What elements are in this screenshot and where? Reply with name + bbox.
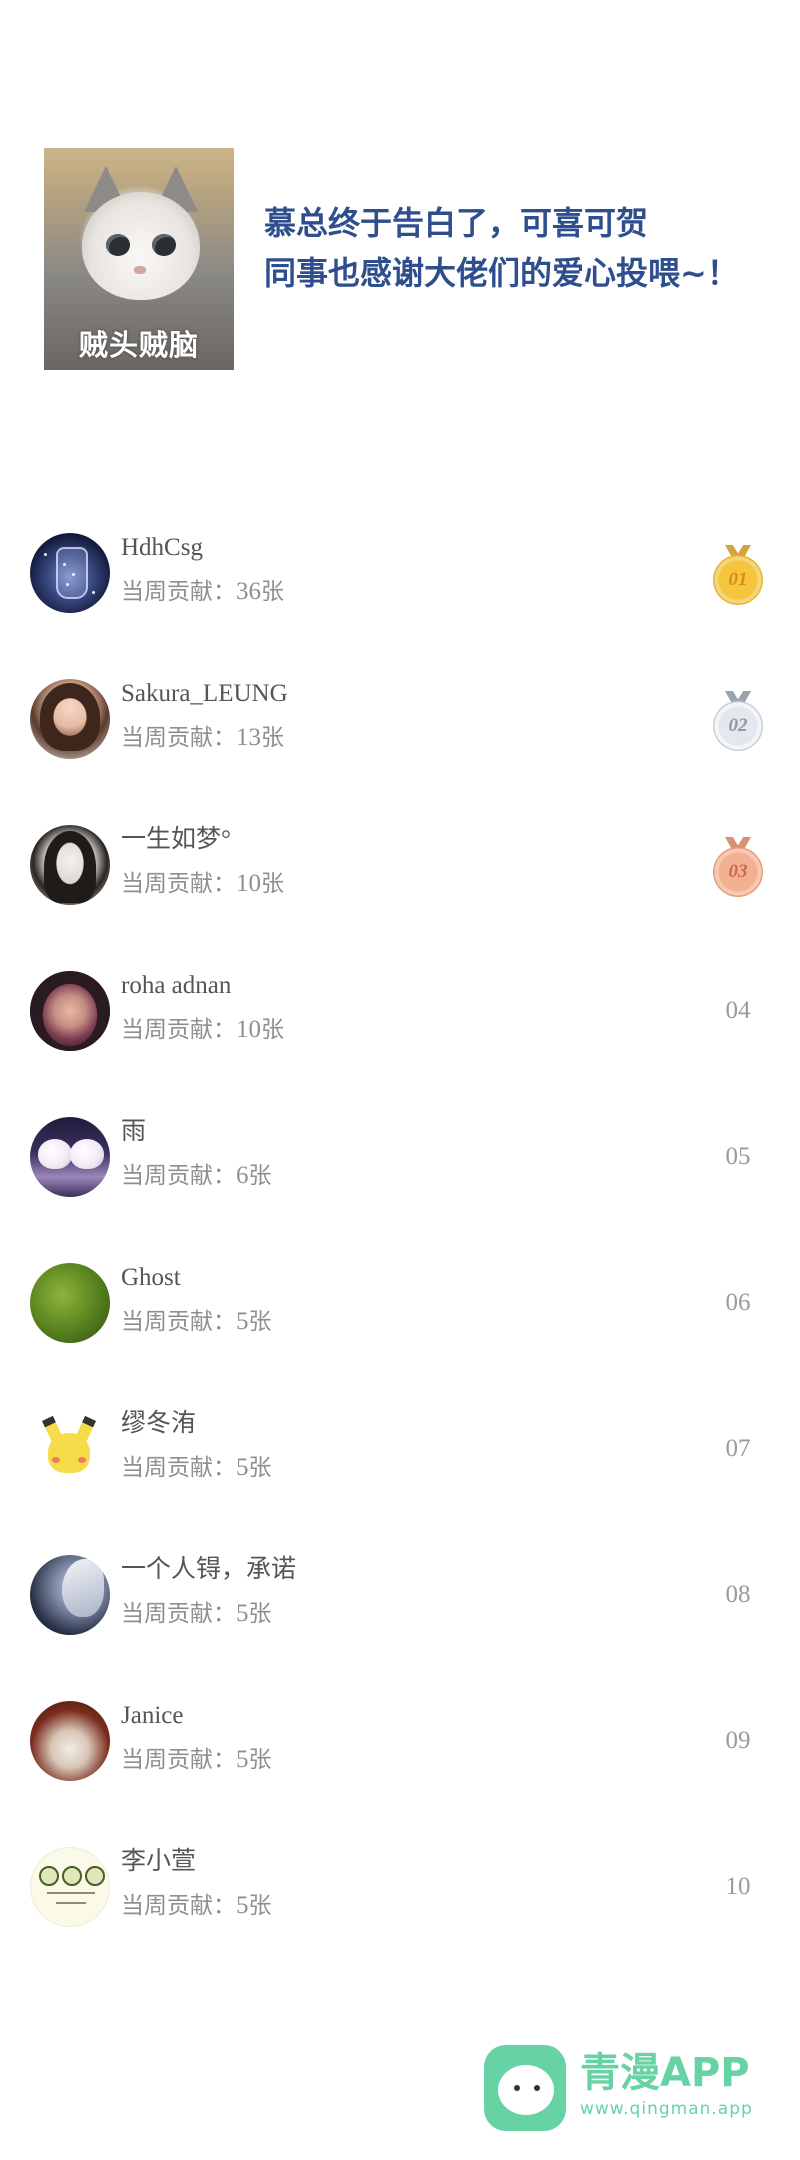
avatar[interactable] <box>30 679 110 759</box>
weekly-contribution: 当周贡献：6张 <box>121 1162 272 1189</box>
user-name[interactable]: 一个人锝，承诺 <box>121 1555 296 1585</box>
user-name[interactable]: 李小萱 <box>121 1847 196 1877</box>
list-item[interactable]: 雨 当周贡献：6张 05 <box>0 1117 800 1263</box>
cat-mascot-icon <box>484 2045 566 2131</box>
user-name[interactable]: 雨 <box>121 1117 146 1147</box>
gold-medal-icon: 01 <box>712 545 764 605</box>
rank-number: 05 <box>725 1143 751 1170</box>
qingman-app-logo: 青漫APP www.qingman.app <box>484 2045 784 2135</box>
avatar[interactable] <box>30 533 110 613</box>
header: 贼头贼脑 慕总终于告白了，可喜可贺 同事也感谢大佬们的爱心投喂~！ <box>44 148 764 370</box>
weekly-contribution: 当周贡献：36张 <box>121 578 284 605</box>
user-name[interactable]: Ghost <box>121 1263 181 1293</box>
user-name[interactable]: Janice <box>121 1701 183 1731</box>
rank-number: 01 <box>713 555 763 605</box>
list-item[interactable]: HdhCsg 当周贡献：36张 01 <box>0 533 800 679</box>
weekly-contribution: 当周贡献：5张 <box>121 1892 272 1919</box>
headline-line-2: 同事也感谢大佬们的爱心投喂~！ <box>264 254 739 292</box>
avatar[interactable] <box>30 1555 110 1635</box>
pikachu-avatar[interactable] <box>30 1409 110 1489</box>
list-item[interactable]: 一生如梦° 当周贡献：10张 03 <box>0 825 800 971</box>
user-name[interactable]: HdhCsg <box>121 533 203 563</box>
weekly-contribution: 当周贡献：5张 <box>121 1308 272 1335</box>
user-name[interactable]: 缪冬洧 <box>121 1409 196 1439</box>
silver-medal-icon: 02 <box>712 691 764 751</box>
weekly-contribution: 当周贡献：10张 <box>121 1016 284 1043</box>
rank-number: 08 <box>725 1581 751 1608</box>
rank-number: 07 <box>725 1435 751 1462</box>
avatar[interactable] <box>30 1117 110 1197</box>
sticker-caption: 贼头贼脑 <box>78 328 199 362</box>
weekly-contribution: 当周贡献：5张 <box>121 1746 272 1773</box>
avatar[interactable] <box>30 1701 110 1781</box>
rank-number: 03 <box>713 847 763 897</box>
list-item[interactable]: 缪冬洧 当周贡献：5张 07 <box>0 1409 800 1555</box>
rank-number: 06 <box>725 1289 751 1316</box>
weekly-contribution: 当周贡献：5张 <box>121 1600 272 1627</box>
user-name[interactable]: roha adnan <box>121 971 231 1001</box>
list-item[interactable]: 李小萱 当周贡献：5张 10 <box>0 1847 800 1993</box>
weekly-contribution: 当周贡献：5张 <box>121 1454 272 1481</box>
weekly-contribution: 当周贡献：10张 <box>121 870 284 897</box>
rank-number: 04 <box>725 997 751 1024</box>
weekly-contribution: 当周贡献：13张 <box>121 724 284 751</box>
cat-sticker-image: 贼头贼脑 <box>44 148 234 370</box>
brand-name: 青漫APP <box>580 2050 750 2096</box>
list-item[interactable]: Ghost 当周贡献：5张 06 <box>0 1263 800 1409</box>
rank-number: 09 <box>725 1727 751 1754</box>
list-item[interactable]: Janice 当周贡献：5张 09 <box>0 1701 800 1847</box>
user-name[interactable]: Sakura_LEUNG <box>121 679 288 709</box>
bronze-medal-icon: 03 <box>712 837 764 897</box>
headline-line-1: 慕总终于告白了，可喜可贺 <box>264 204 649 242</box>
list-item[interactable]: 一个人锝，承诺 当周贡献：5张 08 <box>0 1555 800 1701</box>
rank-number: 02 <box>713 701 763 751</box>
brand-url: www.qingman.app <box>580 2099 753 2119</box>
list-item[interactable]: Sakura_LEUNG 当周贡献：13张 02 <box>0 679 800 825</box>
avatar[interactable] <box>30 825 110 905</box>
contribution-ranking-list: HdhCsg 当周贡献：36张 01 Sakura_LEUNG 当周贡献：13张… <box>0 533 800 1993</box>
rank-number: 10 <box>725 1873 751 1900</box>
avatar[interactable] <box>30 971 110 1051</box>
headline: 慕总终于告白了，可喜可贺 同事也感谢大佬们的爱心投喂~！ <box>264 198 739 298</box>
avatar[interactable] <box>30 1263 110 1343</box>
user-name[interactable]: 一生如梦° <box>121 825 231 855</box>
avatar[interactable] <box>30 1847 110 1927</box>
list-item[interactable]: roha adnan 当周贡献：10张 04 <box>0 971 800 1117</box>
